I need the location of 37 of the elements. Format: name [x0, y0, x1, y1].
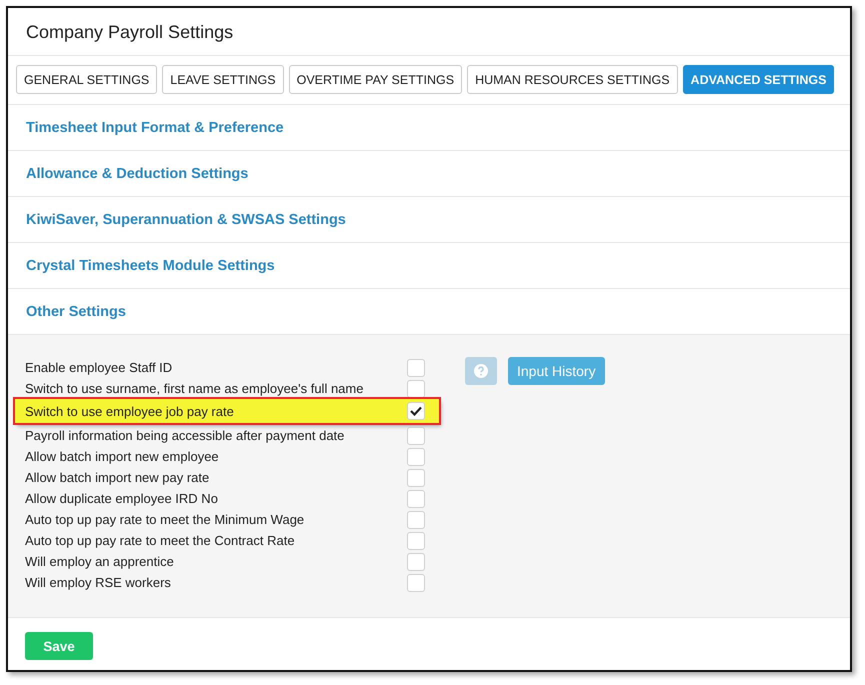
tab[interactable]: LEAVE SETTINGS	[162, 65, 284, 94]
checkbox[interactable]	[407, 510, 425, 528]
option-label: Allow duplicate employee IRD No	[25, 491, 218, 506]
checkbox[interactable]	[407, 490, 425, 508]
checkbox[interactable]	[407, 358, 425, 376]
checkbox[interactable]	[407, 380, 425, 398]
help-button[interactable]	[465, 357, 497, 385]
checkbox[interactable]	[407, 574, 425, 592]
option-label: Allow batch import new employee	[25, 449, 219, 464]
section-link[interactable]: Other Settings	[26, 304, 126, 320]
option-label: Payroll information being accessible after payment date	[25, 428, 344, 443]
checkbox[interactable]	[407, 468, 425, 486]
section-link[interactable]: Timesheet Input Format & Preference	[26, 120, 284, 136]
option-label: Auto top up pay rate to meet the Minimum Wage	[25, 512, 304, 527]
checkbox[interactable]	[407, 532, 425, 550]
section-link[interactable]: Allowance & Deduction Settings	[26, 166, 248, 182]
option-label: Allow batch import new pay rate	[25, 470, 210, 485]
section-link[interactable]: KiwiSaver, Superannuation & SWSAS Settings	[26, 212, 346, 228]
checkbox[interactable]	[407, 448, 425, 466]
option-label: Auto top up pay rate to meet the Contract Rate	[25, 533, 295, 548]
save-button[interactable]: Save	[25, 632, 93, 660]
page-title: Company Payroll Settings	[8, 8, 850, 56]
checkbox[interactable]	[407, 402, 425, 420]
option-label: Will employ RSE workers	[25, 575, 171, 590]
tab[interactable]: HUMAN RESOURCES SETTINGS	[467, 65, 678, 94]
option-label: Will employ an apprentice	[25, 554, 174, 569]
option-label: Switch to use surname, first name as employee's full name	[25, 381, 364, 396]
checkbox[interactable]	[407, 552, 425, 570]
tab[interactable]: ADVANCED SETTINGS	[682, 65, 834, 94]
input-history-button[interactable]: Input History	[508, 357, 605, 385]
option-label: Enable employee Staff ID	[25, 360, 172, 375]
tab[interactable]: GENERAL SETTINGS	[16, 65, 158, 94]
tab[interactable]: OVERTIME PAY SETTINGS	[288, 65, 462, 94]
checkbox[interactable]	[407, 426, 425, 444]
section-link[interactable]: Crystal Timesheets Module Settings	[26, 258, 275, 274]
question-icon	[474, 364, 488, 378]
option-label: Switch to use employee job pay rate	[25, 404, 234, 418]
